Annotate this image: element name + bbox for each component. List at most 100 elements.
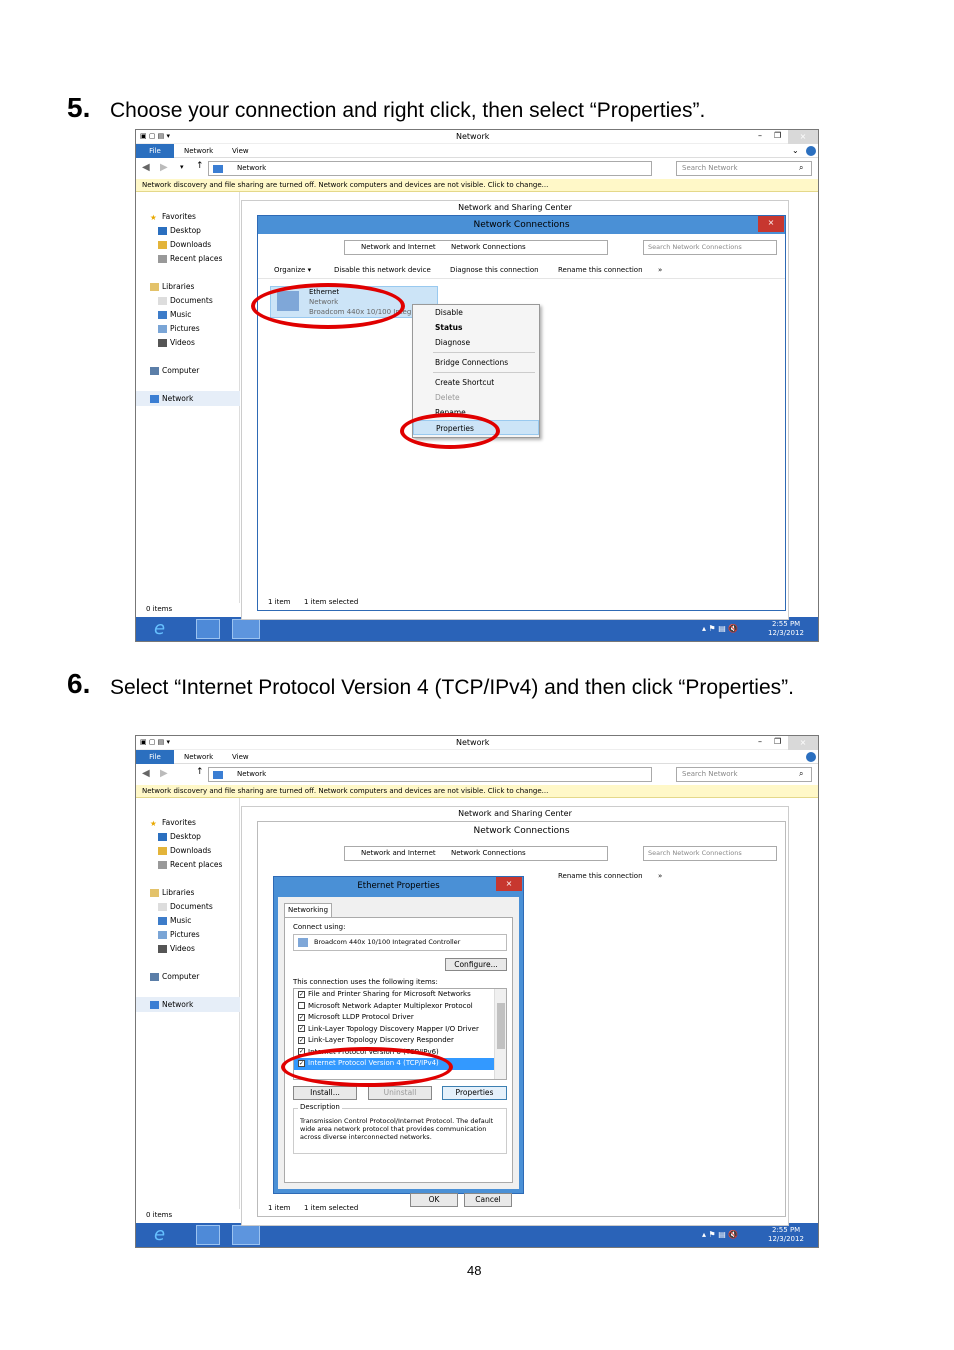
- ie-icon[interactable]: e: [154, 618, 165, 639]
- close-button[interactable]: ×: [788, 130, 818, 144]
- help-icon[interactable]: [806, 752, 816, 762]
- nav-computer[interactable]: Computer: [150, 972, 199, 981]
- ribbon-tab-file[interactable]: File: [136, 144, 174, 158]
- items-scrollbar[interactable]: [494, 989, 506, 1079]
- address-bar[interactable]: Network: [208, 767, 652, 782]
- item-lltd-mapper[interactable]: ✓ Link-Layer Topology Discovery Mapper I/…: [294, 1024, 506, 1036]
- item-multiplexor[interactable]: Microsoft Network Adapter Multiplexor Pr…: [294, 1001, 506, 1013]
- item-checkbox[interactable]: ✓: [298, 1013, 305, 1021]
- item-checkbox[interactable]: [298, 1002, 305, 1009]
- maximize-button[interactable]: ❐: [774, 131, 781, 140]
- nav-documents[interactable]: Documents: [158, 296, 213, 305]
- search-input[interactable]: Search Network ⌕: [676, 767, 812, 782]
- control-panel-taskbar-icon[interactable]: [232, 619, 260, 639]
- ribbon-tab-file[interactable]: File: [136, 750, 174, 764]
- netconn-address-bar[interactable]: Network and Internet Network Connections: [344, 846, 608, 861]
- control-panel-taskbar-icon[interactable]: [232, 1225, 260, 1245]
- infobar[interactable]: Network discovery and file sharing are t…: [136, 785, 818, 798]
- nav-pictures[interactable]: Pictures: [158, 930, 200, 939]
- menu-status[interactable]: Status: [413, 320, 539, 335]
- netconn-address-bar[interactable]: Network and Internet Network Connections: [344, 240, 608, 255]
- file-explorer-taskbar-icon[interactable]: [196, 1225, 220, 1245]
- recent-dropdown-icon[interactable]: ▾: [180, 163, 184, 171]
- install-button[interactable]: Install...: [293, 1086, 357, 1100]
- nav-favorites[interactable]: ★ Favorites: [150, 818, 196, 828]
- nav-music[interactable]: Music: [158, 310, 191, 319]
- forward-icon[interactable]: ▶: [160, 162, 168, 173]
- netconn-search-input[interactable]: Search Network Connections: [643, 240, 777, 255]
- item-checkbox[interactable]: ✓: [298, 1025, 305, 1032]
- search-input[interactable]: Search Network ⌕: [676, 161, 812, 176]
- scrollbar-thumb[interactable]: [497, 1003, 505, 1049]
- ribbon-expand-icon[interactable]: ⌄: [792, 146, 799, 155]
- back-icon[interactable]: ◀: [142, 162, 150, 173]
- toolbar-disable[interactable]: Disable this network device: [334, 266, 431, 274]
- up-arrow-icon[interactable]: ↑: [196, 767, 204, 777]
- menu-bridge[interactable]: Bridge Connections: [413, 355, 539, 370]
- nav-pictures[interactable]: Pictures: [158, 324, 200, 333]
- uninstall-button[interactable]: Uninstall: [368, 1086, 432, 1100]
- nav-recent[interactable]: Recent places: [158, 254, 222, 263]
- properties-button[interactable]: Properties: [442, 1086, 507, 1100]
- infobar[interactable]: Network discovery and file sharing are t…: [136, 179, 818, 192]
- netconn-close-button[interactable]: ×: [758, 216, 784, 232]
- configure-button[interactable]: Configure...: [445, 958, 507, 971]
- eth-props-close-button[interactable]: ×: [496, 877, 522, 891]
- nav-desktop[interactable]: Desktop: [158, 832, 201, 841]
- netconn-search-input[interactable]: Search Network Connections: [643, 846, 777, 861]
- breadcrumb-2[interactable]: Network Connections: [451, 243, 526, 251]
- item-checkbox[interactable]: ✓: [298, 990, 305, 998]
- tray-icons[interactable]: ▴ ⚑ ▤ 🔇: [702, 1230, 738, 1239]
- ribbon-tab-network[interactable]: Network: [184, 147, 213, 155]
- ie-icon[interactable]: e: [154, 1224, 165, 1245]
- nav-documents[interactable]: Documents: [158, 902, 213, 911]
- menu-delete[interactable]: Delete: [413, 390, 539, 405]
- back-icon[interactable]: ◀: [142, 768, 150, 779]
- breadcrumb-1[interactable]: Network and Internet: [361, 243, 436, 251]
- menu-disable[interactable]: Disable: [413, 305, 539, 320]
- nav-downloads[interactable]: Downloads: [158, 240, 211, 249]
- breadcrumb-1[interactable]: Network and Internet: [361, 849, 436, 857]
- nav-libraries[interactable]: Libraries: [150, 282, 194, 291]
- toolbar-more[interactable]: »: [658, 266, 662, 274]
- forward-icon[interactable]: ▶: [160, 768, 168, 779]
- nav-music[interactable]: Music: [158, 916, 191, 925]
- tab-networking[interactable]: Networking: [284, 903, 332, 917]
- minimize-button[interactable]: –: [758, 131, 762, 140]
- file-explorer-taskbar-icon[interactable]: [196, 619, 220, 639]
- nav-videos[interactable]: Videos: [158, 338, 195, 347]
- tray-icons[interactable]: ▴ ⚑ ▤ 🔇: [702, 624, 738, 633]
- menu-create-shortcut[interactable]: Create Shortcut: [413, 375, 539, 390]
- item-file-printer-sharing[interactable]: ✓ File and Printer Sharing for Microsoft …: [294, 989, 506, 1001]
- nav-favorites[interactable]: ★ Favorites: [150, 212, 196, 222]
- cancel-button[interactable]: Cancel: [464, 1193, 512, 1207]
- minimize-button[interactable]: –: [758, 737, 762, 746]
- toolbar-rename[interactable]: Rename this connection: [558, 266, 643, 274]
- item-checkbox[interactable]: ✓: [298, 1036, 305, 1044]
- nav-desktop[interactable]: Desktop: [158, 226, 201, 235]
- ribbon-tab-network[interactable]: Network: [184, 753, 213, 761]
- address-bar[interactable]: Network: [208, 161, 652, 176]
- nav-computer[interactable]: Computer: [150, 366, 199, 375]
- maximize-button[interactable]: ❐: [774, 737, 781, 746]
- nav-recent[interactable]: Recent places: [158, 860, 222, 869]
- item-lldp[interactable]: ✓ Microsoft LLDP Protocol Driver: [294, 1012, 506, 1024]
- toolbar-rename[interactable]: Rename this connection: [558, 872, 643, 880]
- nav-network[interactable]: Network: [136, 391, 240, 406]
- ribbon-tab-view[interactable]: View: [232, 147, 249, 155]
- up-arrow-icon[interactable]: ↑: [196, 161, 204, 171]
- toolbar-more[interactable]: »: [658, 872, 662, 880]
- close-button[interactable]: ×: [788, 736, 818, 750]
- toolbar-diagnose[interactable]: Diagnose this connection: [450, 266, 539, 274]
- toolbar-organize[interactable]: Organize ▾: [274, 266, 311, 274]
- ribbon-tab-view[interactable]: View: [232, 753, 249, 761]
- nav-videos[interactable]: Videos: [158, 944, 195, 953]
- item-lltd-responder[interactable]: ✓ Link-Layer Topology Discovery Responder: [294, 1035, 506, 1047]
- menu-diagnose[interactable]: Diagnose: [413, 335, 539, 350]
- nav-downloads[interactable]: Downloads: [158, 846, 211, 855]
- breadcrumb-2[interactable]: Network Connections: [451, 849, 526, 857]
- nav-network[interactable]: Network: [136, 997, 240, 1012]
- help-icon[interactable]: [806, 146, 816, 156]
- ok-button[interactable]: OK: [410, 1193, 458, 1207]
- nav-libraries[interactable]: Libraries: [150, 888, 194, 897]
